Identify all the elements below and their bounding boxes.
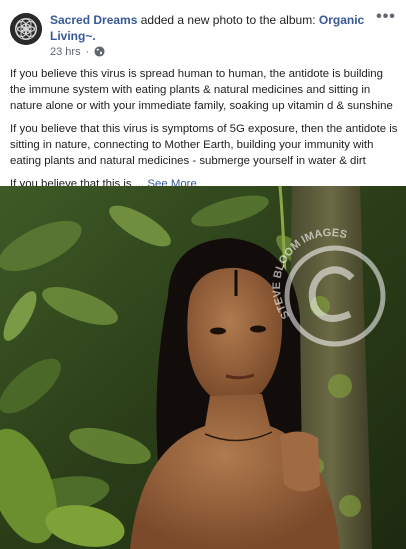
meta-separator: · [85, 46, 90, 58]
globe-icon[interactable] [94, 46, 105, 61]
post-body: If you believe this virus is spread huma… [10, 66, 398, 199]
post-author-line: Sacred Dreams added a new photo to the a… [50, 12, 370, 44]
author-name-link[interactable]: Sacred Dreams [50, 13, 137, 27]
post-paragraph-2: If you believe that this virus is sympto… [10, 123, 398, 167]
post-photo[interactable]: STEVE BLOOM IMAGES [0, 186, 406, 549]
post-header: Sacred Dreams added a new photo to the a… [10, 8, 400, 62]
ellipsis-icon[interactable]: ••• [374, 8, 398, 28]
post-meta: 23 hrs · [50, 45, 105, 61]
page-avatar[interactable] [10, 13, 42, 45]
post-paragraph-1: If you believe this virus is spread huma… [10, 68, 393, 112]
facebook-post: Sacred Dreams added a new photo to the a… [0, 0, 406, 549]
post-action-text: added a new photo to the album: [137, 13, 319, 27]
post-timestamp[interactable]: 23 hrs [50, 46, 81, 58]
